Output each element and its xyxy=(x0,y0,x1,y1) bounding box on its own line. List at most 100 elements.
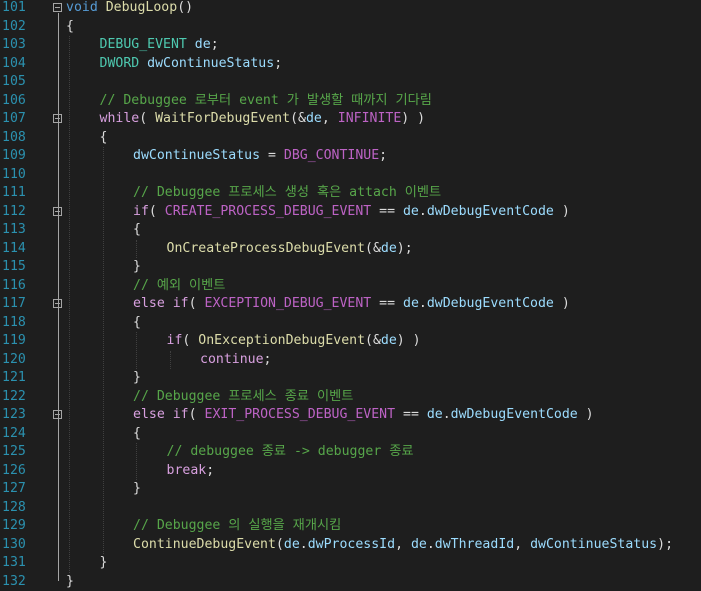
code-token: de xyxy=(381,333,397,348)
code-text: } xyxy=(133,480,141,499)
code-text: { xyxy=(66,18,74,37)
code-token: (& xyxy=(365,333,381,348)
code-token: { xyxy=(133,315,141,330)
code-token: (& xyxy=(365,241,381,256)
collapse-icon[interactable] xyxy=(53,3,62,12)
line-number: 118 xyxy=(0,314,38,333)
code-line[interactable]: 127} xyxy=(0,480,701,499)
code-text: // 예외 이벤트 xyxy=(133,277,225,296)
code-editor[interactable]: 101void DebugLoop()102{103 DEBUG_EVENT de… xyxy=(0,0,701,588)
code-token: . xyxy=(443,407,451,422)
code-token: ( xyxy=(189,407,205,422)
code-token: DEBUG_EVENT xyxy=(100,37,187,52)
code-token: DWORD xyxy=(100,56,140,71)
code-text: continue; xyxy=(200,351,271,370)
code-line[interactable]: 119if( OnExceptionDebugEvent(&de) ) xyxy=(0,332,701,351)
code-text: if( OnExceptionDebugEvent(&de) ) xyxy=(167,332,421,351)
code-token: = xyxy=(260,148,284,163)
indent-guide xyxy=(136,332,137,369)
code-token: de xyxy=(195,37,211,52)
code-token: { xyxy=(133,426,141,441)
code-line[interactable]: 117else if( EXCEPTION_DEBUG_EVENT == de.… xyxy=(0,295,701,314)
code-line[interactable]: 102{ xyxy=(0,18,701,37)
code-token: == xyxy=(371,296,403,311)
code-line[interactable]: 101void DebugLoop() xyxy=(0,0,701,18)
code-token: dwDebugEventCode xyxy=(451,407,578,422)
code-token: } xyxy=(66,574,74,589)
code-token: EXCEPTION_DEBUG_EVENT xyxy=(205,296,372,311)
code-token: } xyxy=(133,481,141,496)
code-token: , xyxy=(514,537,530,552)
code-text: void DebugLoop() xyxy=(66,0,193,18)
code-token: () xyxy=(177,0,193,15)
code-token: ); xyxy=(657,537,673,552)
code-line[interactable]: 130ContinueDebugEvent(de.dwProcessId, de… xyxy=(0,536,701,555)
line-number: 123 xyxy=(0,406,38,425)
code-line[interactable]: 126break; xyxy=(0,462,701,481)
code-line[interactable]: 104DWORD dwContinueStatus; xyxy=(0,55,701,74)
code-token: else xyxy=(133,407,165,422)
code-token: } xyxy=(133,370,141,385)
code-line[interactable]: 124{ xyxy=(0,425,701,444)
code-token: ); xyxy=(397,241,413,256)
line-number: 117 xyxy=(0,295,38,314)
code-token: de xyxy=(403,204,419,219)
code-line[interactable]: 111// Debuggee 프로세스 생성 혹은 attach 이벤트 xyxy=(0,184,701,203)
indent-guide xyxy=(170,351,171,370)
code-text: break; xyxy=(167,462,215,481)
code-line[interactable]: 121} xyxy=(0,369,701,388)
code-token: ContinueDebugEvent xyxy=(133,537,276,552)
indent-guide xyxy=(136,240,137,259)
code-token: . xyxy=(419,204,427,219)
code-line[interactable]: 123else if( EXIT_PROCESS_DEBUG_EVENT == … xyxy=(0,406,701,425)
code-token: ) ) xyxy=(401,111,425,126)
code-line[interactable]: 107while( WaitForDebugEvent(&de, INFINIT… xyxy=(0,110,701,129)
line-number: 109 xyxy=(0,147,38,166)
code-line[interactable]: 106// Debuggee 로부터 event 가 발생할 때까지 기다림 xyxy=(0,92,701,111)
code-line[interactable]: 132} xyxy=(0,573,701,591)
line-number: 121 xyxy=(0,369,38,388)
code-token: CREATE_PROCESS_DEBUG_EVENT xyxy=(165,204,371,219)
code-line[interactable]: 112if( CREATE_PROCESS_DEBUG_EVENT == de.… xyxy=(0,203,701,222)
code-token: { xyxy=(66,19,74,34)
code-token: } xyxy=(133,259,141,274)
code-line[interactable]: 118 { xyxy=(0,314,701,333)
code-token: . xyxy=(419,296,427,311)
code-line[interactable]: 114OnCreateProcessDebugEvent(&de); xyxy=(0,240,701,259)
code-text: // debuggee 종료 -> debugger 종료 xyxy=(167,443,414,462)
code-line[interactable]: 103DEBUG_EVENT de; xyxy=(0,36,701,55)
code-token: OnExceptionDebugEvent xyxy=(198,333,365,348)
code-text: // Debuggee 의 실행을 재개시킴 xyxy=(133,517,341,536)
code-text: if( CREATE_PROCESS_DEBUG_EVENT == de.dwD… xyxy=(133,203,570,222)
code-line[interactable]: 113{ xyxy=(0,221,701,240)
code-line[interactable]: 115} xyxy=(0,258,701,277)
code-token: } xyxy=(100,555,108,570)
line-number: 103 xyxy=(0,36,38,55)
code-line[interactable]: 110 xyxy=(0,166,701,185)
code-token: else xyxy=(133,296,165,311)
code-token: if xyxy=(167,333,183,348)
code-text: DWORD dwContinueStatus; xyxy=(100,55,283,74)
code-line[interactable]: 105 xyxy=(0,73,701,92)
code-text: OnCreateProcessDebugEvent(&de); xyxy=(167,240,413,259)
code-line[interactable]: 109dwContinueStatus = DBG_CONTINUE; xyxy=(0,147,701,166)
code-line[interactable]: 116// 예외 이벤트 xyxy=(0,277,701,296)
code-token: // 예외 이벤트 xyxy=(133,278,225,293)
code-line[interactable]: 131} xyxy=(0,554,701,573)
code-line[interactable]: 125// debuggee 종료 -> debugger 종료 xyxy=(0,443,701,462)
code-line[interactable]: 128 xyxy=(0,499,701,518)
code-text: // Debuggee 프로세스 종료 이벤트 xyxy=(133,388,353,407)
code-token: dwContinueStatus xyxy=(147,56,274,71)
code-line[interactable]: 108{ xyxy=(0,129,701,148)
code-token: { xyxy=(100,130,108,145)
indent-guide xyxy=(69,36,70,573)
code-line[interactable]: 129// Debuggee 의 실행을 재개시킴 xyxy=(0,517,701,536)
line-number: 105 xyxy=(0,73,38,92)
code-text: { xyxy=(133,221,141,240)
code-line[interactable]: 122// Debuggee 프로세스 종료 이벤트 xyxy=(0,388,701,407)
code-token: void xyxy=(66,0,98,15)
code-token: ; xyxy=(274,56,282,71)
code-text: { xyxy=(133,425,141,444)
code-line[interactable]: 120continue; xyxy=(0,351,701,370)
code-token: de xyxy=(411,537,427,552)
